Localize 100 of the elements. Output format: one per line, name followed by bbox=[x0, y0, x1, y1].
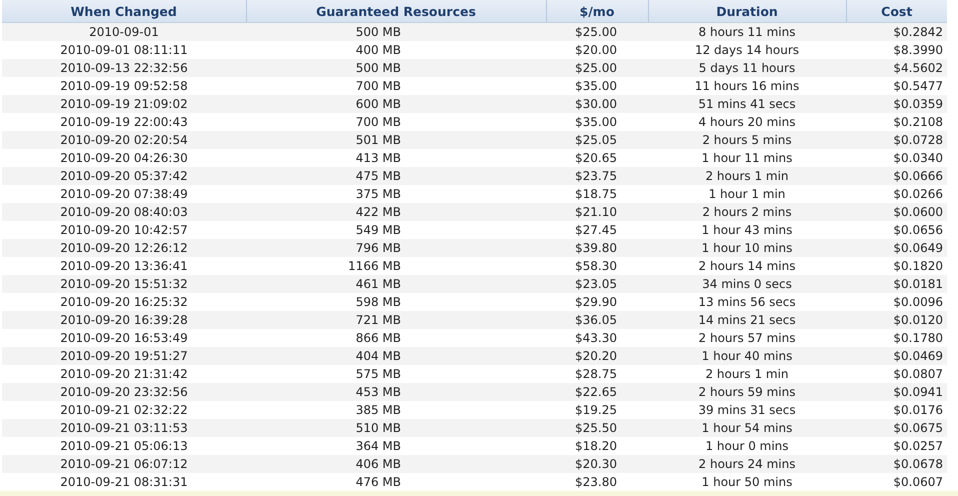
table-cell: 364 MB bbox=[246, 437, 546, 455]
table-cell: $36.05 bbox=[546, 311, 648, 329]
table-cell: $23.05 bbox=[546, 275, 648, 293]
table-cell: 2010-09-19 21:09:02 bbox=[2, 95, 246, 113]
table-cell: $0.0340 bbox=[846, 149, 947, 167]
table-cell: $25.50 bbox=[546, 419, 648, 437]
table-cell: $0.0266 bbox=[846, 185, 947, 203]
table-cell: $0.0607 bbox=[846, 473, 947, 491]
table-cell: 700 MB bbox=[246, 113, 546, 131]
table-cell: 2010-09-20 07:38:49 bbox=[2, 185, 246, 203]
table-cell: 461 MB bbox=[246, 275, 546, 293]
table-cell: 510 MB bbox=[246, 419, 546, 437]
table-cell: 500 MB bbox=[246, 59, 546, 77]
table-cell: 14 mins 21 secs bbox=[648, 311, 846, 329]
table-cell: 5 days 11 hours bbox=[648, 59, 846, 77]
column-header[interactable]: Duration bbox=[648, 0, 846, 22]
table-cell: 2010-09-20 16:39:28 bbox=[2, 311, 246, 329]
table-cell: $0.2842 bbox=[846, 22, 947, 41]
table-cell: 549 MB bbox=[246, 221, 546, 239]
table-cell: $0.0649 bbox=[846, 239, 947, 257]
table-cell: 600 MB bbox=[246, 95, 546, 113]
table-cell: 12 days 14 hours bbox=[648, 41, 846, 59]
table-cell: 2 hours 5 mins bbox=[648, 131, 846, 149]
table-cell: $0.0359 bbox=[846, 95, 947, 113]
table-cell: 2010-09-21 02:32:22 bbox=[2, 401, 246, 419]
table-cell: 2010-09-21 03:11:53 bbox=[2, 419, 246, 437]
table-cell: 2010-09-20 16:25:32 bbox=[2, 293, 246, 311]
table-cell: 2010-09-20 15:51:32 bbox=[2, 275, 246, 293]
table-cell: 475 MB bbox=[246, 167, 546, 185]
column-header[interactable]: $/mo bbox=[546, 0, 648, 22]
table-cell: $19.25 bbox=[546, 401, 648, 419]
table-cell: 2010-09-20 13:36:41 bbox=[2, 257, 246, 275]
column-header[interactable]: When Changed bbox=[2, 0, 246, 22]
table-cell: $35.00 bbox=[546, 77, 648, 95]
table-cell: 385 MB bbox=[246, 401, 546, 419]
table-cell: $23.80 bbox=[546, 473, 648, 491]
table-cell: 796 MB bbox=[246, 239, 546, 257]
table-cell: 575 MB bbox=[246, 365, 546, 383]
table-cell: 2010-09-20 21:31:42 bbox=[2, 365, 246, 383]
table-cell: 2010-09-20 10:42:57 bbox=[2, 221, 246, 239]
table-cell: 1 hour 40 mins bbox=[648, 347, 846, 365]
table-cell: $0.0600 bbox=[846, 203, 947, 221]
table-cell: $25.00 bbox=[546, 22, 648, 41]
table-cell: 2010-09-19 09:52:58 bbox=[2, 77, 246, 95]
table-cell: $35.00 bbox=[546, 113, 648, 131]
table-cell: 422 MB bbox=[246, 203, 546, 221]
table-cell: $18.75 bbox=[546, 185, 648, 203]
table-cell: 11 hours 16 mins bbox=[648, 77, 846, 95]
table-cell: 406 MB bbox=[246, 455, 546, 473]
table-cell: $20.00 bbox=[546, 41, 648, 59]
table-cell: $0.5477 bbox=[846, 77, 947, 95]
table-cell: 13 mins 56 secs bbox=[648, 293, 846, 311]
table-cell: 1 hour 11 mins bbox=[648, 149, 846, 167]
table-cell: $23.75 bbox=[546, 167, 648, 185]
table-cell: 2 hours 14 mins bbox=[648, 257, 846, 275]
table-cell: $27.45 bbox=[546, 221, 648, 239]
table-cell: $0.0257 bbox=[846, 437, 947, 455]
table-cell: 721 MB bbox=[246, 311, 546, 329]
table-cell: $20.65 bbox=[546, 149, 648, 167]
table-cell: $39.80 bbox=[546, 239, 648, 257]
table-cell: $0.0469 bbox=[846, 347, 947, 365]
table-cell: $0.0675 bbox=[846, 419, 947, 437]
table-cell: $28.75 bbox=[546, 365, 648, 383]
table-cell: 404 MB bbox=[246, 347, 546, 365]
table-cell: 2010-09-20 23:32:56 bbox=[2, 383, 246, 401]
table-cell: 1 hour 10 mins bbox=[648, 239, 846, 257]
table-cell: 375 MB bbox=[246, 185, 546, 203]
table-cell: $0.0666 bbox=[846, 167, 947, 185]
table-cell: $0.0807 bbox=[846, 365, 947, 383]
table-cell: 1 hour 0 mins bbox=[648, 437, 846, 455]
table-cell: 598 MB bbox=[246, 293, 546, 311]
table-cell: 2 hours 1 min bbox=[648, 365, 846, 383]
table-cell: $21.10 bbox=[546, 203, 648, 221]
table-cell: 2010-09-20 16:53:49 bbox=[2, 329, 246, 347]
table-cell: $0.1820 bbox=[846, 257, 947, 275]
table-cell: 2010-09-13 22:32:56 bbox=[2, 59, 246, 77]
table-cell: $29.90 bbox=[546, 293, 648, 311]
table-cell: $30.00 bbox=[546, 95, 648, 113]
table-cell: 2010-09-19 22:00:43 bbox=[2, 113, 246, 131]
table-cell: 2 hours 24 mins bbox=[648, 455, 846, 473]
table-cell: 2010-09-01 bbox=[2, 22, 246, 41]
table-cell: 2010-09-01 08:11:11 bbox=[2, 41, 246, 59]
table-cell: $20.30 bbox=[546, 455, 648, 473]
table-cell: $25.00 bbox=[546, 59, 648, 77]
table-cell: $20.20 bbox=[546, 347, 648, 365]
table-cell: $18.20 bbox=[546, 437, 648, 455]
table-cell: $0.0678 bbox=[846, 455, 947, 473]
table-cell: $58.30 bbox=[546, 257, 648, 275]
table-cell: 2 hours 2 mins bbox=[648, 203, 846, 221]
table-cell: 1 hour 54 mins bbox=[648, 419, 846, 437]
column-header[interactable]: Guaranteed Resources bbox=[246, 0, 546, 22]
table-cell: $22.65 bbox=[546, 383, 648, 401]
table-cell: 2010-09-20 19:51:27 bbox=[2, 347, 246, 365]
table-cell: $0.1780 bbox=[846, 329, 947, 347]
table-cell: 2010-09-21 05:06:13 bbox=[2, 437, 246, 455]
table-cell: 500 MB bbox=[246, 22, 546, 41]
table-cell: 2 hours 1 min bbox=[648, 167, 846, 185]
column-header[interactable]: Cost bbox=[846, 0, 947, 22]
table-cell: 400 MB bbox=[246, 41, 546, 59]
table-cell: $0.0120 bbox=[846, 311, 947, 329]
